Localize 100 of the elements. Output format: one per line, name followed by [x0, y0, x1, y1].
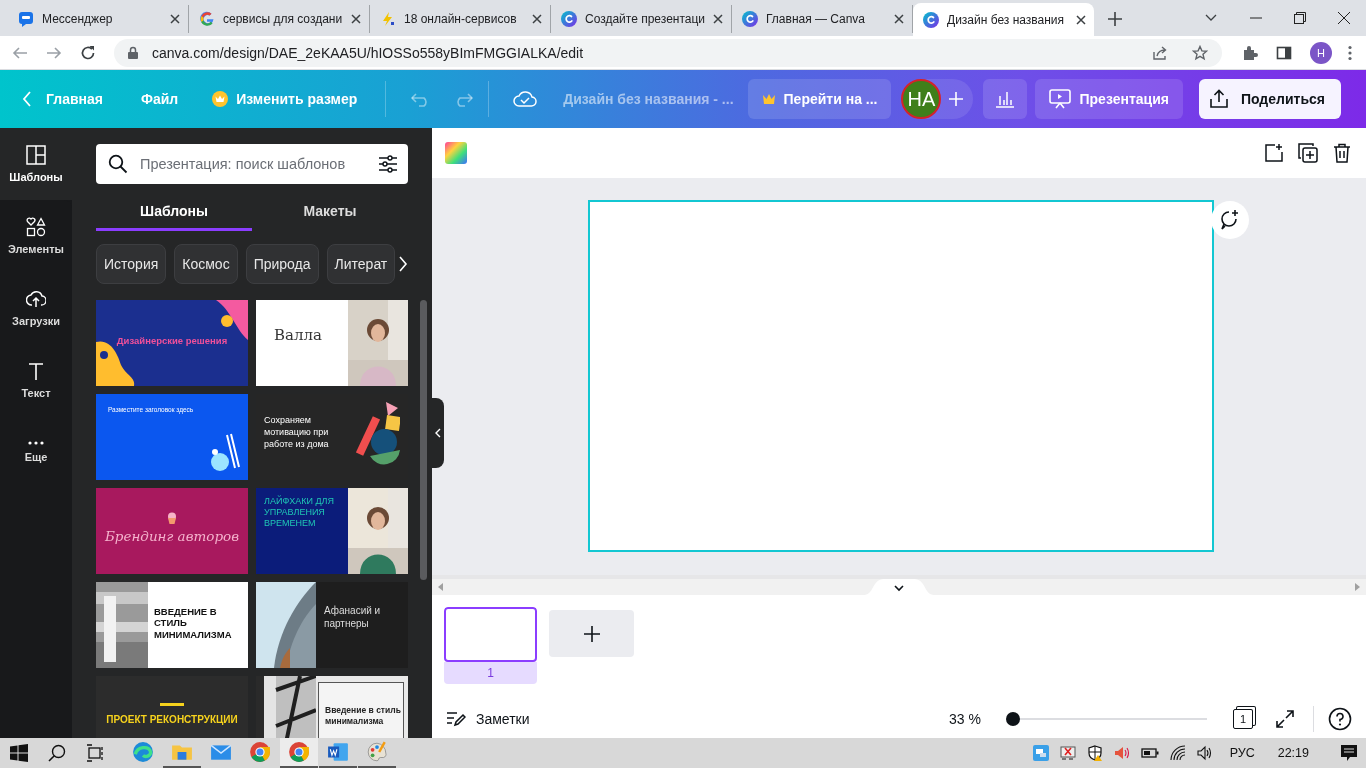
add-page-icon[interactable] — [1264, 143, 1284, 163]
close-icon[interactable] — [713, 14, 724, 24]
puzzle-icon[interactable] — [1242, 44, 1258, 61]
network-computers-icon[interactable] — [1032, 745, 1049, 761]
letter-t-icon — [26, 361, 46, 381]
screen-play-icon — [1049, 89, 1072, 109]
template-thumbnail[interactable]: Брендинг авторов — [96, 488, 248, 574]
google-g-icon — [199, 11, 215, 27]
shield-warning-icon[interactable] — [1086, 745, 1103, 761]
template-thumbnail[interactable]: ЛАЙФХАКИ ДЛЯ УПРАВЛЕНИЯ ВРЕМЕНЕМ — [256, 488, 408, 574]
shapes-icon — [26, 217, 46, 237]
circles-lines-drawing — [210, 432, 240, 472]
browser-tab[interactable]: Создайте презентаци — [551, 5, 732, 33]
battery-icon[interactable] — [1140, 747, 1159, 759]
template-title: ПРОЕКТ РЕКОНСТРУКЦИИ — [106, 714, 238, 725]
template-thumbnail[interactable]: Афанасий и партнеры — [256, 582, 408, 668]
analytics-button[interactable] — [983, 79, 1028, 119]
template-title: ЛАЙФХАКИ ДЛЯ УПРАВЛЕНИЯ ВРЕМЕНЕМ — [263, 494, 335, 530]
plus-icon[interactable] — [949, 92, 964, 106]
filter-sliders-icon[interactable] — [378, 155, 398, 173]
browser-tab[interactable]: Главная — Canva — [732, 5, 913, 33]
close-icon[interactable] — [1076, 14, 1086, 25]
crown-icon — [761, 93, 776, 105]
swirl-circle-icon — [561, 11, 577, 27]
browser-ball-icon — [249, 741, 271, 763]
browser-tab[interactable]: Дизайн без названия — [913, 3, 1094, 36]
cloud-check-icon[interactable] — [513, 90, 538, 108]
panel-tab[interactable]: Шаблоны — [96, 194, 252, 231]
notification-icon[interactable] — [1340, 744, 1358, 762]
back-arrow-icon[interactable] — [12, 44, 28, 61]
page-count-button[interactable]: 1 — [1233, 709, 1253, 729]
close-icon[interactable] — [1338, 12, 1350, 24]
new-tab-icon[interactable] — [1108, 12, 1122, 26]
crown-icon — [212, 91, 229, 107]
close-icon[interactable] — [351, 14, 361, 24]
template-title: Афанасий и партнеры — [323, 604, 382, 631]
search-input[interactable]: Презентация: поиск шаблонов — [138, 155, 368, 173]
close-icon[interactable] — [894, 14, 904, 24]
sidebar-item[interactable]: Шаблоны — [0, 128, 72, 200]
keyboard-language[interactable]: РУС — [1229, 746, 1255, 760]
cloud-upload-icon — [26, 289, 46, 309]
bar-chart-icon — [995, 90, 1016, 108]
comment-add-icon[interactable] — [1210, 200, 1250, 240]
expand-icon[interactable] — [1275, 709, 1295, 729]
swirl-circle-icon — [923, 11, 939, 28]
template-thumbnail[interactable]: Валла — [256, 300, 408, 386]
cupcake-drawing — [166, 512, 178, 524]
taskbar-app[interactable] — [280, 738, 318, 768]
upgrade-button[interactable]: Перейти на ... — [747, 79, 892, 119]
scrollbar-thumb[interactable] — [420, 300, 427, 580]
color-palette-icon[interactable] — [444, 141, 468, 165]
lock-icon — [128, 46, 138, 59]
search-icon[interactable] — [48, 744, 66, 762]
panel-tab[interactable]: Макеты — [252, 194, 408, 231]
profile-avatar[interactable]: Н — [1310, 41, 1332, 64]
user-avatar[interactable]: НА — [901, 79, 942, 119]
address-field[interactable]: canva.com/design/DAE_2eKAA5U/hIOSSo558yBImFMGGIALKA/edit — [114, 38, 1222, 67]
collapse-panel-handle[interactable] — [432, 398, 444, 468]
present-button[interactable]: Презентация — [1035, 79, 1183, 119]
monitor-error-icon[interactable] — [1059, 745, 1076, 761]
side-panel-icon[interactable] — [1276, 44, 1292, 61]
category-chip[interactable]: Природа — [245, 244, 319, 284]
template-title: Сохраняем мотивацию при работе из дома — [263, 414, 330, 452]
trash-icon[interactable] — [1332, 143, 1352, 163]
browser-tab[interactable]: сервисы для создани — [189, 5, 370, 33]
browser-tab[interactable]: 18 онлайн-сервисов — [370, 5, 551, 33]
chevron-right-icon[interactable] — [398, 256, 409, 272]
kebab-menu-icon[interactable] — [1348, 44, 1352, 61]
upload-icon — [1208, 89, 1229, 109]
speaker-icon[interactable] — [1113, 745, 1130, 761]
template-thumbnail[interactable]: ВВЕДЕНИЕ В СТИЛЬ МИНИМАЛИЗМА — [96, 582, 248, 668]
windows-logo-icon[interactable] — [10, 744, 28, 762]
duplicate-page-icon[interactable] — [1298, 143, 1318, 163]
lightning-icon — [380, 11, 396, 27]
share-icon[interactable] — [1152, 44, 1168, 61]
zoom-slider[interactable] — [1006, 712, 1020, 726]
template-thumbnail[interactable]: ПРОЕКТ РЕКОНСТРУКЦИИ — [96, 676, 248, 738]
volume-icon[interactable] — [1196, 745, 1213, 761]
close-icon[interactable] — [170, 14, 180, 24]
template-title: Дизайнерские решения — [116, 334, 228, 346]
close-icon[interactable] — [532, 14, 542, 24]
restore-icon[interactable] — [1294, 12, 1306, 24]
help-icon[interactable] — [1328, 707, 1352, 731]
swirl-icon — [132, 741, 154, 763]
notes-button[interactable]: Заметки — [446, 711, 530, 727]
category-chip[interactable]: История — [96, 244, 167, 284]
star-icon[interactable] — [1192, 44, 1208, 61]
template-title: Валла — [273, 325, 323, 346]
reload-icon[interactable] — [80, 44, 96, 61]
plus-icon — [583, 625, 600, 642]
share-button[interactable]: Поделиться — [1198, 79, 1341, 119]
category-chip[interactable]: Литерат — [326, 244, 396, 284]
template-thumbnail[interactable]: Введение в стиль минимализма — [256, 676, 408, 738]
browser-tab[interactable]: Мессенджер — [8, 5, 189, 33]
wifi-icon[interactable] — [1169, 745, 1186, 761]
clock-time[interactable]: 22:19 — [1277, 746, 1309, 760]
search-field[interactable]: Презентация: поиск шаблонов — [96, 144, 408, 184]
forward-arrow-icon[interactable] — [46, 44, 62, 61]
category-chip[interactable]: Космос — [174, 244, 238, 284]
task-view-icon[interactable] — [86, 744, 104, 762]
